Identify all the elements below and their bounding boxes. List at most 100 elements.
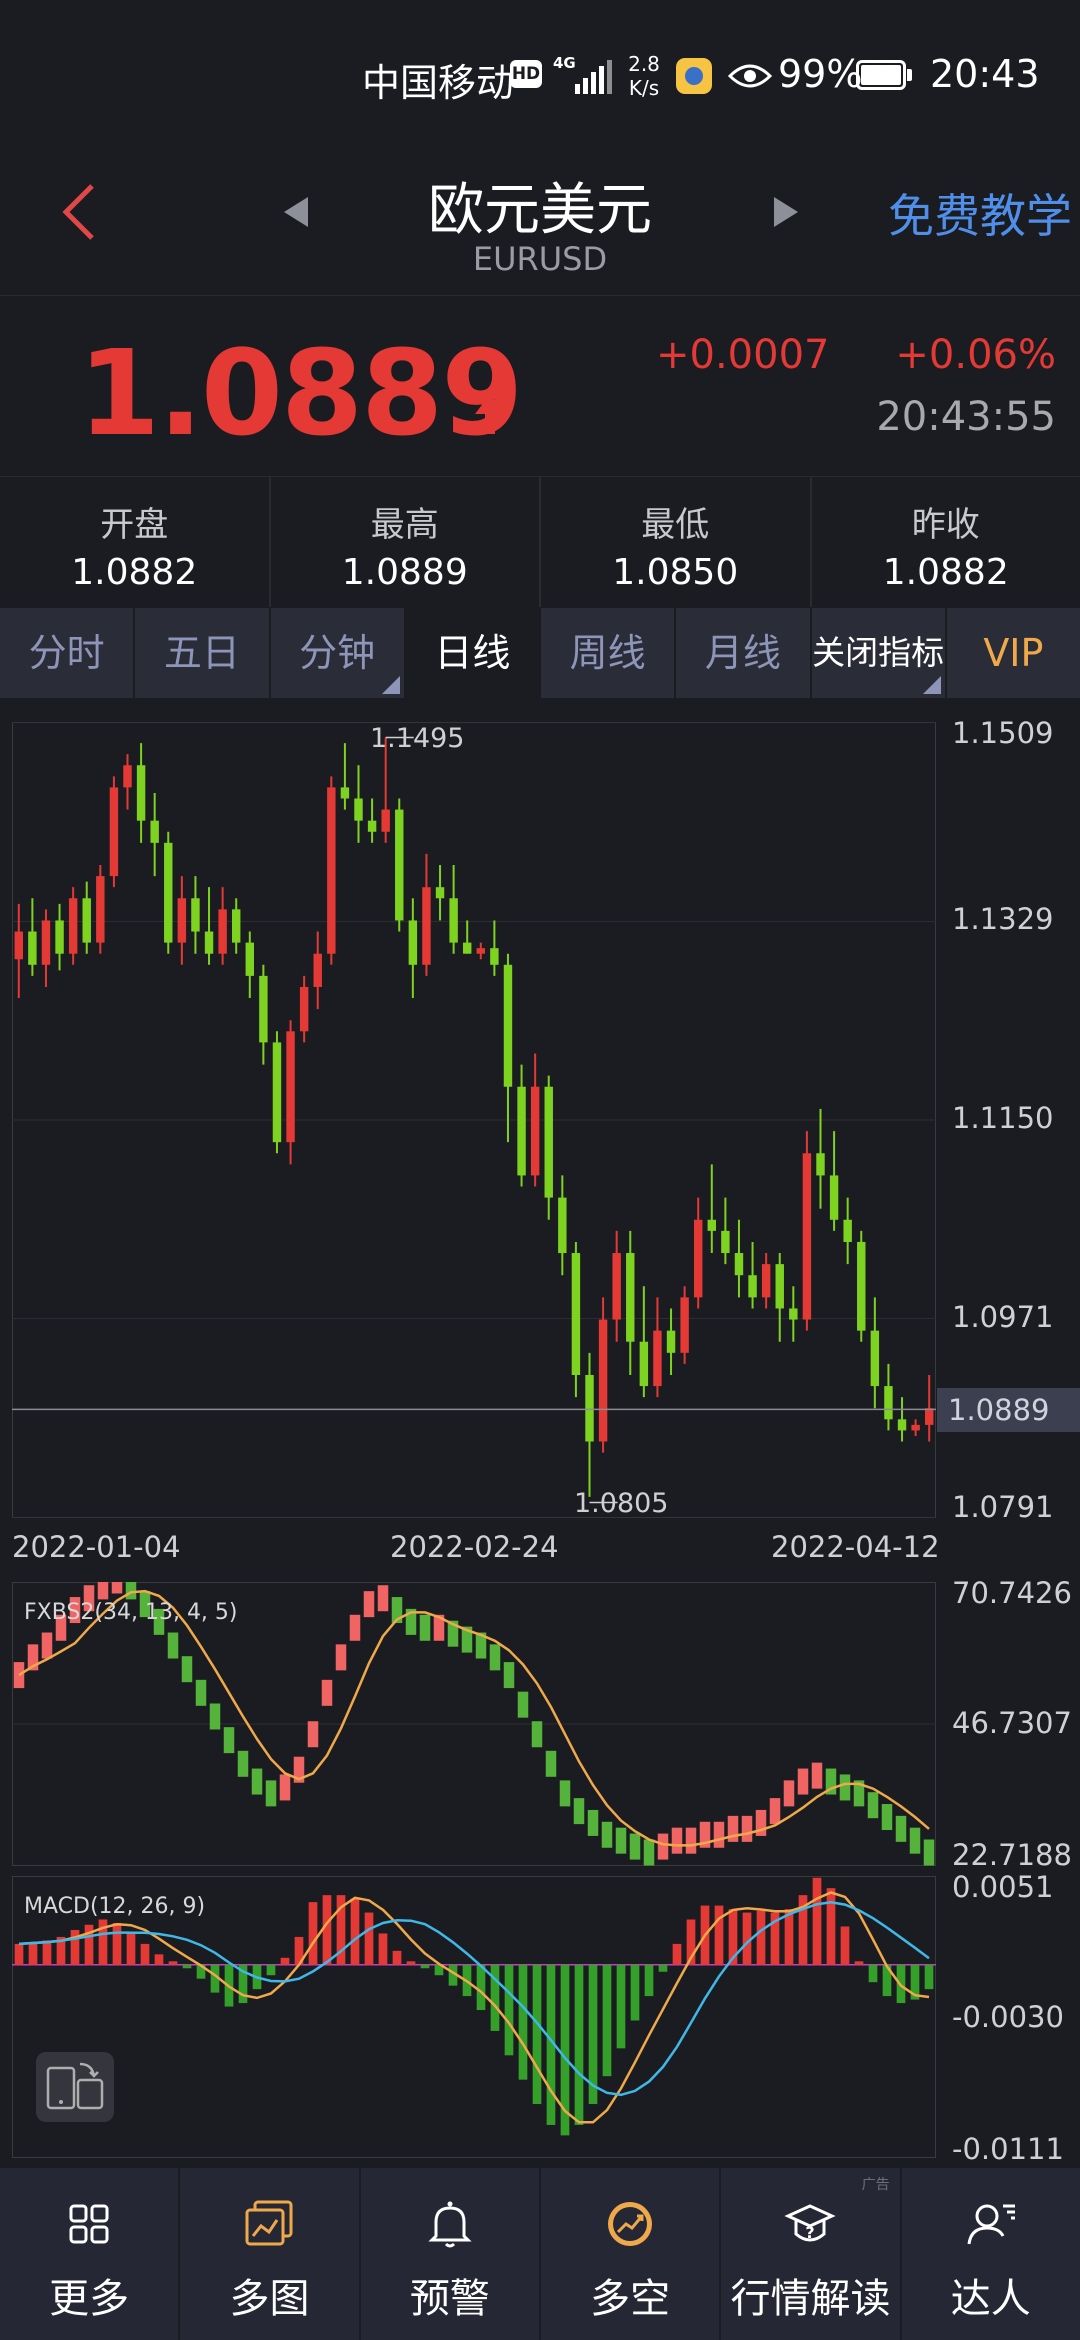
fxbs-bar xyxy=(363,1591,375,1618)
macd-histogram-bar xyxy=(378,1933,388,1965)
macd-histogram-bar xyxy=(182,1964,192,1969)
macd-histogram-bar xyxy=(672,1943,682,1965)
candle-body xyxy=(612,1253,621,1320)
nav-experts[interactable]: 达人 xyxy=(902,2168,1080,2340)
period-tabs: 分时 五日 分钟 日线 周线 月线 关闭指标 VIP xyxy=(0,608,1080,698)
grid-icon xyxy=(69,2204,109,2244)
stat-label: 最高 xyxy=(370,505,439,545)
next-symbol-icon[interactable] xyxy=(772,195,800,229)
candle-body xyxy=(245,942,255,976)
dropdown-corner-icon xyxy=(922,676,941,694)
hd-icon: HD xyxy=(510,60,542,88)
fxbs-bar xyxy=(643,1839,655,1866)
tab-daily[interactable]: 日线 xyxy=(405,608,541,698)
fxbs-bar xyxy=(125,1582,137,1600)
low-marker-label: 1.0805 xyxy=(574,1488,669,1519)
quote-time: 20:43:55 xyxy=(876,394,1056,440)
macd-histogram-bar xyxy=(364,1912,374,1965)
candle-body xyxy=(313,953,322,987)
price-change: +0.0007 xyxy=(656,332,830,378)
candle-body xyxy=(109,787,119,877)
fxbs-bar xyxy=(237,1750,249,1777)
candle-body xyxy=(734,1253,744,1276)
candlestick-chart[interactable] xyxy=(12,722,936,1518)
candle-body xyxy=(897,1419,907,1431)
fxbs-bar xyxy=(307,1721,319,1748)
macd-histogram-bar xyxy=(280,1957,290,1965)
macd-histogram-bar xyxy=(322,1895,332,1965)
candle-body xyxy=(558,1197,567,1254)
candle-body xyxy=(286,1031,295,1143)
fxbs-bar xyxy=(489,1644,501,1671)
fxbs-bar xyxy=(279,1774,291,1801)
fxbs-bar xyxy=(111,1582,123,1594)
candle-body xyxy=(775,1264,784,1309)
fxbs-bar xyxy=(265,1780,277,1807)
macd-histogram-bar xyxy=(42,1940,52,1965)
nav-market-insight[interactable]: 广告 ? 行情解读 xyxy=(721,2168,902,2340)
bell-icon xyxy=(428,2201,472,2248)
network-speed: 2.8 K/s xyxy=(628,52,660,100)
y-tick-label: 1.1150 xyxy=(952,1101,1054,1135)
macd-histogram-bar xyxy=(924,1964,934,1990)
candle-body xyxy=(14,931,24,960)
fxbs-bar xyxy=(769,1798,781,1825)
free-teaching-link[interactable]: 免费教学 xyxy=(888,180,1072,246)
fxbs-bar xyxy=(811,1762,823,1789)
candle-body xyxy=(123,765,132,788)
tab-weekly[interactable]: 周线 xyxy=(541,608,677,698)
candle-body xyxy=(136,765,146,821)
tab-monthly[interactable]: 月线 xyxy=(676,608,812,698)
macd-histogram-bar xyxy=(476,1964,486,2011)
nav-alert[interactable]: 预警 xyxy=(361,2168,541,2340)
last-price-label: 1.0889 xyxy=(948,1393,1050,1427)
candle-body xyxy=(164,842,173,943)
candle-body xyxy=(626,1253,635,1342)
candle-body xyxy=(802,1153,812,1320)
tab-timeshare[interactable]: 分时 xyxy=(0,608,136,698)
macd-indicator-label: MACD(12, 26, 9) xyxy=(24,1894,206,1919)
tab-close-indicator[interactable]: 关闭指标 xyxy=(812,608,947,698)
y-tick-label: 1.0971 xyxy=(952,1300,1054,1334)
candle-body xyxy=(924,1408,934,1425)
fxbs-bar xyxy=(671,1827,683,1854)
graduation-cap-icon: ? xyxy=(784,2204,837,2242)
fxbs-indicator-label: FXBS2(34, 13, 4, 5) xyxy=(24,1600,238,1625)
nav-label: 行情解读 xyxy=(730,2276,891,2322)
stat-value: 1.0882 xyxy=(882,552,1009,593)
macd-histogram-bar xyxy=(756,1910,766,1965)
candle-body xyxy=(653,1330,662,1387)
x-tick-label: 2022-02-24 xyxy=(390,1530,559,1564)
macd-histogram-bar xyxy=(812,1877,822,1965)
candle-body xyxy=(843,1219,852,1242)
stat-value: 1.0889 xyxy=(341,552,468,593)
tab-five-day[interactable]: 五日 xyxy=(135,608,271,698)
candle-body xyxy=(598,1319,608,1442)
macd-histogram-bar xyxy=(140,1943,150,1965)
fullscreen-toggle-button[interactable] xyxy=(36,2052,114,2122)
candle-body xyxy=(761,1264,771,1298)
nav-more[interactable]: 更多 xyxy=(0,2168,181,2340)
candle-body xyxy=(490,948,499,965)
fxbs-bar xyxy=(867,1792,879,1819)
fxbs-bar xyxy=(349,1614,361,1641)
macd-histogram-bar xyxy=(14,1943,24,1965)
candle-body xyxy=(544,1086,553,1198)
fxbs-bar xyxy=(321,1679,333,1706)
tab-minute[interactable]: 分钟 xyxy=(271,608,406,698)
nav-long-short[interactable]: 多空 xyxy=(541,2168,722,2340)
price-change-percent: +0.06% xyxy=(895,332,1056,378)
macd-histogram-bar xyxy=(784,1909,794,1965)
candle-body xyxy=(462,942,472,954)
stat-open: 开盘 1.0882 xyxy=(0,477,271,607)
macd-histogram-bar xyxy=(868,1964,878,1983)
tab-vip[interactable]: VIP xyxy=(947,608,1080,698)
candle-body xyxy=(354,798,363,821)
nav-multi-chart[interactable]: 多图 xyxy=(180,2168,361,2340)
candle-body xyxy=(68,898,78,954)
macd-histogram-bar xyxy=(602,1964,612,2077)
macd-histogram-bar xyxy=(420,1964,430,1969)
candle-body xyxy=(28,931,37,965)
long-short-icon xyxy=(608,2202,653,2246)
candle-body xyxy=(666,1330,676,1353)
